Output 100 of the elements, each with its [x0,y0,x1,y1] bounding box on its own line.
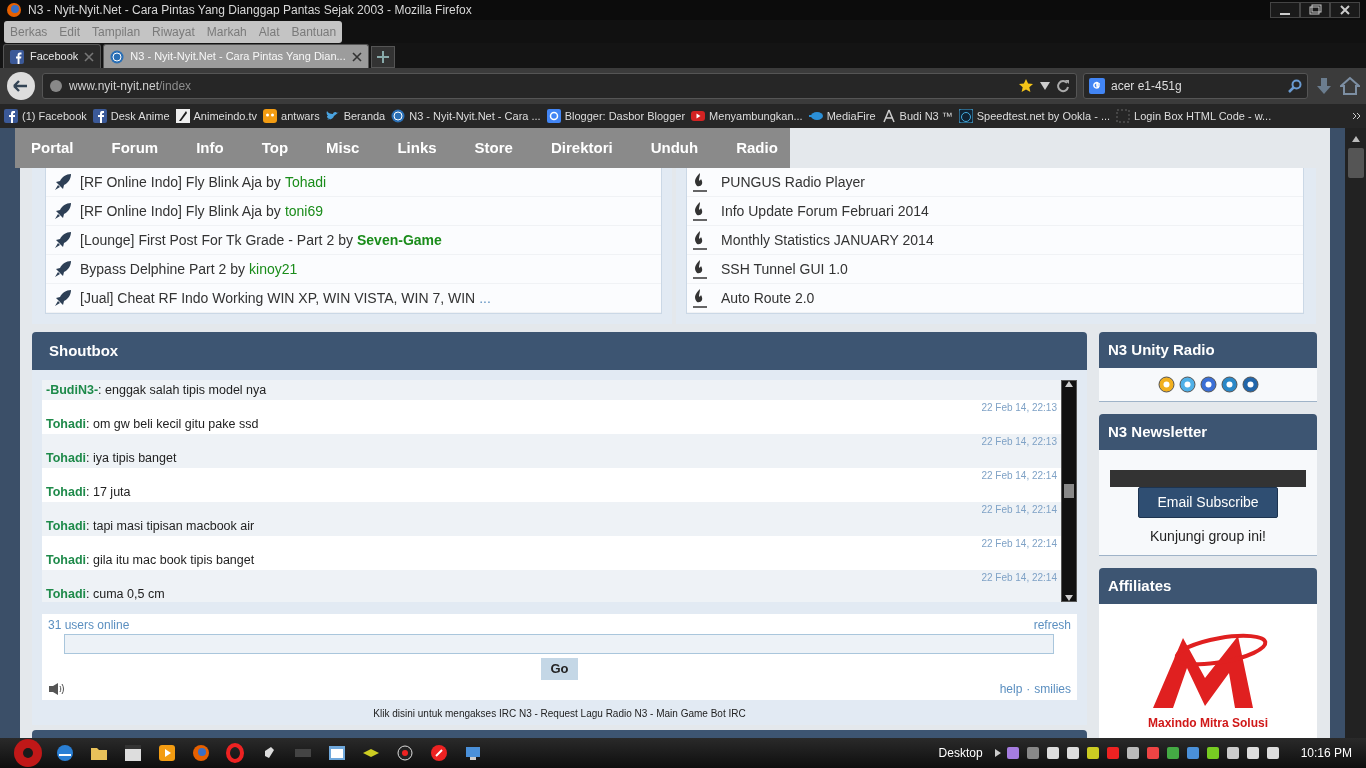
shout-input-field[interactable] [64,634,1054,654]
bookmark-item[interactable]: Menyambungkan... [691,107,803,125]
more-link[interactable]: ... [479,287,491,309]
bookmark-item[interactable]: Animeindo.tv [175,107,258,125]
author-link[interactable]: Seven-Game [357,229,442,251]
desktop-toolbar-label[interactable]: Desktop [938,744,983,762]
clock-text[interactable]: 10:16 PM [1300,744,1352,762]
chevron-icon[interactable] [1352,111,1362,121]
tray-icon[interactable] [1224,745,1241,761]
news-link[interactable]: Info Update Forum Februari 2014 [721,200,929,222]
tray-icon[interactable] [1204,745,1221,761]
record-icon[interactable] [395,743,415,763]
nav-link[interactable]: Unduh [650,136,699,160]
nav-link[interactable]: Misc [326,136,360,160]
topic-link[interactable]: Bypass Delphine Part 2 [80,258,227,280]
bookmark-item[interactable]: Desk Anime [92,107,170,125]
go-button[interactable]: Go [541,658,578,680]
tray-icon[interactable] [1044,745,1061,761]
player-icon[interactable] [1199,376,1217,393]
bookmark-item[interactable]: Login Box HTML Code - w... [1116,107,1272,125]
username-link[interactable]: Tohadi [46,482,87,502]
search-icon[interactable] [1288,79,1302,93]
topic-link[interactable]: [RF Online Indo] Fly Blink Aja [80,171,263,193]
bookmark-item[interactable]: Blogger: Dasbor Blogger [546,107,686,125]
topic-link[interactable]: [RF Online Indo] Fly Blink Aja [80,200,263,222]
player-icon[interactable] [1241,376,1259,393]
bookmark-item[interactable]: N3 - Nyit-Nyit.Net - Cara ... [391,107,541,125]
nav-link[interactable]: Radio [736,136,778,160]
smilies-link[interactable]: smilies [1034,679,1071,698]
tray-icon[interactable] [1064,745,1081,761]
help-link[interactable]: help [999,679,1023,698]
menu-item[interactable]: Alat [258,22,280,41]
tray-icon[interactable] [1264,745,1281,761]
tray-icon[interactable] [1184,745,1201,761]
news-link[interactable]: Auto Route 2.0 [721,287,815,309]
username-link[interactable]: Tohadi [46,516,87,536]
nav-link[interactable]: Info [196,136,224,160]
dropdown-icon[interactable] [1040,82,1050,90]
tray-icon[interactable] [1084,745,1101,761]
username-link[interactable]: Tohadi [46,550,87,570]
username-link[interactable]: Tohadi [46,414,87,434]
scroll-thumb-icon[interactable] [1064,484,1074,498]
nav-link[interactable]: Links [397,136,437,160]
bookmark-item[interactable]: MediaFire [808,107,876,125]
nav-link[interactable]: Portal [31,136,74,160]
down-arrow-icon[interactable] [1065,595,1073,601]
news-link[interactable]: Monthly Statistics JANUARY 2014 [721,229,934,251]
tray-icon[interactable] [1244,745,1261,761]
topic-link[interactable]: [Jual] Cheat RF Indo Working WIN XP, WIN VISTA, WIN 7, WIN [80,287,476,309]
plus-icon[interactable] [376,51,389,63]
bookmark-item[interactable]: Budi N3 ™ [881,107,953,125]
download-icon[interactable] [1314,76,1334,96]
close-icon[interactable] [351,51,362,62]
reload-icon[interactable] [1056,79,1070,93]
menu-item[interactable]: Markah [206,22,247,41]
back-icon[interactable] [6,71,36,101]
speaker-icon[interactable] [48,681,66,696]
browser-icon[interactable] [55,743,75,763]
username-link[interactable]: Tohadi [46,448,87,468]
refresh-link[interactable]: refresh [1033,616,1071,634]
menu-item[interactable]: Edit [59,22,81,41]
nav-link[interactable]: Forum [111,136,159,160]
home-icon[interactable] [1340,76,1360,96]
irc-link[interactable]: Klik disini untuk mengakses IRC N3 - Request Lagu Radio N3 - Main Game Bot IRC [42,705,1077,721]
bookmark-item[interactable]: Speedtest.net by Ookla - ... [958,107,1111,125]
nav-link[interactable]: Direktori [550,136,613,160]
topic-link[interactable]: [Lounge] First Post For Tk Grade - Part 2 [80,229,335,251]
tray-icon[interactable] [1004,745,1021,761]
star-icon[interactable] [1018,78,1034,94]
browser-tab[interactable]: N3 - Nyit-Nyit.Net - Cara Pintas Yang Dian... [103,44,369,68]
page-scrollbar[interactable] [1345,128,1366,738]
menu-item[interactable]: Riwayat [152,22,195,41]
menu-item[interactable]: Tampilan [92,22,141,41]
browser-tab[interactable]: Facebook [3,44,102,68]
username-link[interactable]: Tohadi [46,584,87,602]
player-icon[interactable] [1178,376,1196,393]
search-field[interactable]: acer e1-451g [1083,73,1308,99]
player-icon[interactable] [1157,376,1175,393]
bookmark-item[interactable]: antwars [263,107,320,125]
nav-link[interactable]: Top [261,136,289,160]
scroll-thumb-icon[interactable] [1347,148,1364,178]
scrollbar[interactable] [1061,380,1077,602]
subscribe-button[interactable]: Email Subscribe [1138,487,1278,518]
email-field[interactable] [1110,470,1306,487]
bookmark-item[interactable]: (1) Facebook [4,107,87,125]
author-link[interactable]: toni69 [284,200,324,222]
bookmark-item[interactable]: Beranda [325,107,386,125]
menu-item[interactable]: Bantuan [291,22,337,41]
play-icon[interactable] [157,743,177,763]
address-field[interactable]: www.nyit-nyit.net/index [42,73,1077,99]
news-link[interactable]: PUNGUS Radio Player [721,171,865,193]
menu-item[interactable]: Berkas [10,22,48,41]
tray-icon[interactable] [1124,745,1141,761]
news-link[interactable]: SSH Tunnel GUI 1.0 [721,258,848,280]
up-arrow-icon[interactable] [1065,381,1073,387]
tray-icon[interactable] [1164,745,1181,761]
player-icon[interactable] [1220,376,1238,393]
caret-icon[interactable] [994,749,1001,757]
author-link[interactable]: Tohadi [284,171,327,193]
nav-link[interactable]: Store [474,136,513,160]
